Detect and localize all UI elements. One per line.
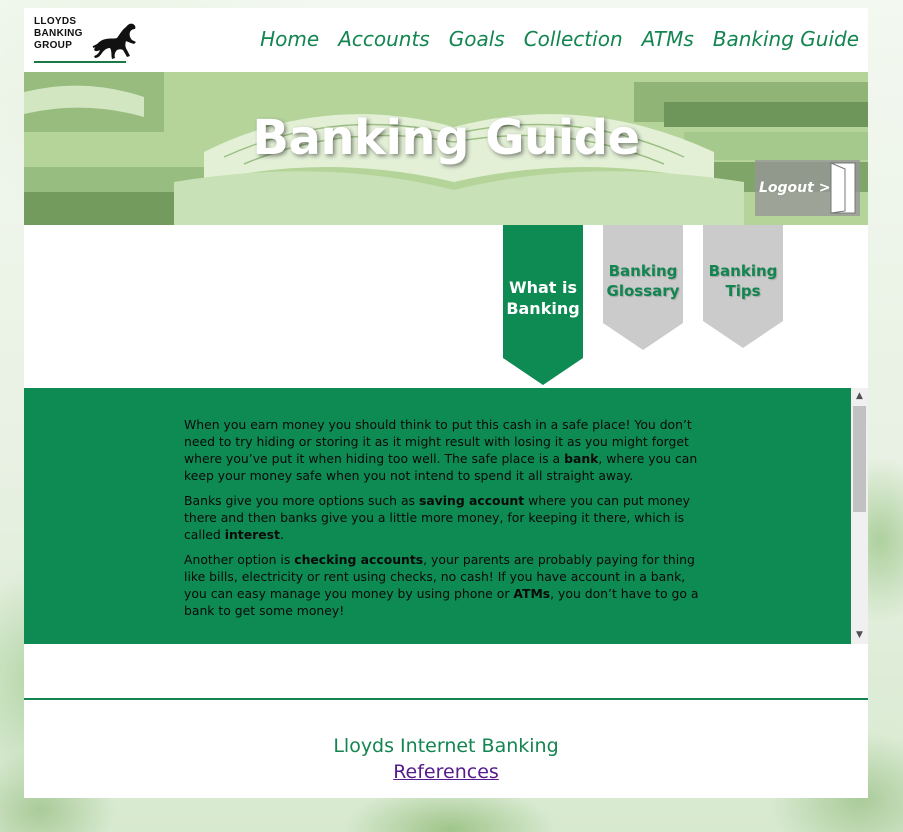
logo-line: GROUP [34,40,73,51]
hero-banner: Banking Guide Logout >> [24,72,868,225]
bold-term: bank [564,451,599,466]
content-scrollbar[interactable]: ▲ ▼ [851,388,868,644]
page-title: Banking Guide [252,110,640,166]
nav-atms[interactable]: ATMs [642,27,694,51]
chevron-up-icon[interactable]: ▲ [851,388,868,405]
logo-underline [34,61,126,63]
guide-subtabs: What is Banking Banking Glossary Banking… [24,225,868,388]
nav-accounts[interactable]: Accounts [338,27,430,51]
logout-button[interactable]: Logout >> [755,160,860,216]
tab-label-line: Glossary [606,282,680,300]
content-paragraph: Banks give you more options such as savi… [184,492,704,543]
scrollbar-thumb[interactable] [853,406,866,512]
content-paragraph: When you earn money you should think to … [184,416,704,484]
tab-label-line: Banking [506,299,580,318]
logo-wordmark: LLOYDS BANKING GROUP [34,16,83,52]
tab-label-line: What is [508,278,578,297]
paragraph-text: Banks give you more options such as [184,493,419,508]
tab-label: Banking Glossary [603,261,683,301]
tab-what-is-banking[interactable]: What is Banking [503,225,583,385]
references-link[interactable]: References [393,761,499,783]
footer-divider [24,698,868,700]
content-text: When you earn money you should think to … [184,416,704,627]
content-paragraph: Another option is checking accounts, you… [184,551,704,619]
bold-term: checking accounts [294,552,424,567]
bold-term: saving account [418,493,525,508]
tab-label: What is Banking [503,277,583,319]
main-nav: Home Accounts Goals Collection ATMs Bank… [260,27,859,51]
lloyds-logo[interactable]: LLOYDS BANKING GROUP [34,16,142,64]
tab-label: Banking Tips [703,261,783,301]
tab-banking-tips[interactable]: Banking Tips [703,225,783,348]
nav-goals[interactable]: Goals [449,27,505,51]
bold-term: interest [224,527,280,542]
logo-line: LLOYDS [34,16,77,27]
tab-label-line: Banking [608,262,678,280]
door-icon [830,162,856,214]
paragraph-text: Another option is [184,552,295,567]
site-header: LLOYDS BANKING GROUP Home Accounts Goals… [24,8,868,72]
tab-label-line: Tips [725,282,761,300]
content-panel[interactable]: When you earn money you should think to … [24,388,868,644]
nav-banking-guide[interactable]: Banking Guide [713,27,859,51]
page-container: LLOYDS BANKING GROUP Home Accounts Goals… [24,8,868,798]
tab-banking-glossary[interactable]: Banking Glossary [603,225,683,350]
chevron-down-icon[interactable]: ▼ [851,627,868,644]
logo-line: BANKING [34,28,83,39]
footer-link-wrapper: References [24,761,868,783]
tab-label-line: Banking [708,262,778,280]
bold-term: ATMs [513,586,551,601]
footer-title: Lloyds Internet Banking [333,735,559,757]
black-horse-logo-icon [92,23,136,59]
nav-collection[interactable]: Collection [524,27,623,51]
nav-home[interactable]: Home [260,27,319,51]
paragraph-text: . [279,527,284,542]
